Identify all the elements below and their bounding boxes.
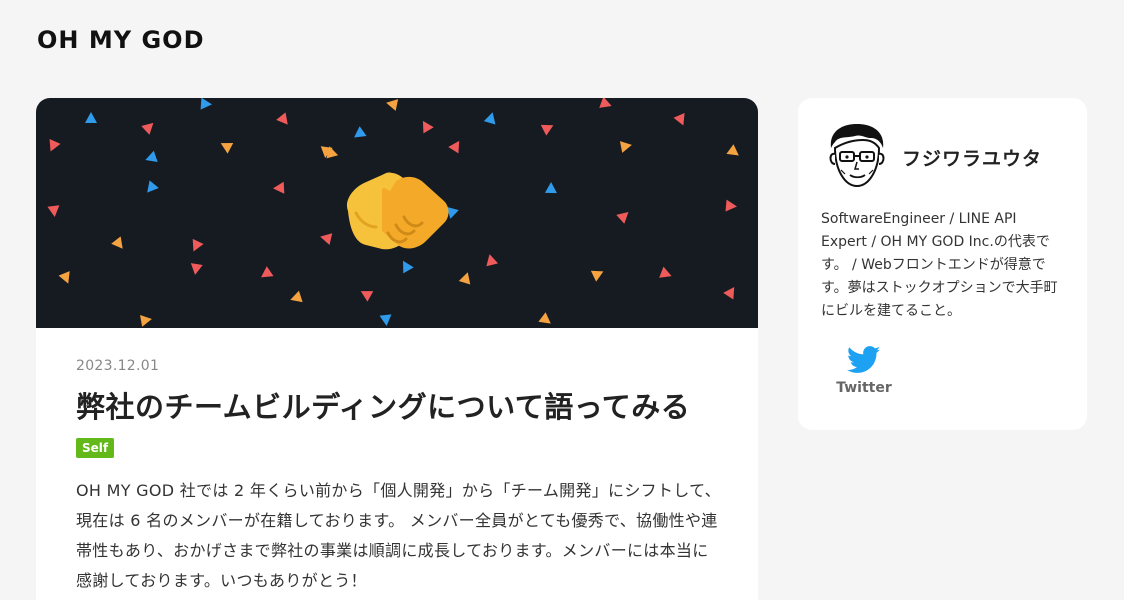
profile-card: フジワラユウタ SoftwareEngineer / LINE API Expe… bbox=[798, 98, 1087, 430]
article-excerpt: OH MY GOD 社では 2 年くらい前から「個人開発」から「チーム開発」にシ… bbox=[76, 481, 721, 590]
handshake-emoji-icon bbox=[346, 172, 449, 250]
twitter-link[interactable]: Twitter bbox=[834, 346, 894, 396]
profile-name: フジワラユウタ bbox=[902, 148, 1043, 170]
article-tag[interactable]: Self bbox=[76, 438, 115, 458]
logo-text: OH MY GOD bbox=[37, 26, 205, 54]
twitter-bird-icon bbox=[847, 346, 881, 373]
twitter-label: Twitter bbox=[836, 380, 892, 396]
article-card[interactable]: 2023.12.01 弊社のチームビルディングについて語ってみる Self OH… bbox=[36, 98, 758, 600]
article-date: 2023.12.01 bbox=[76, 358, 160, 374]
article-hero-image bbox=[36, 98, 758, 328]
avatar bbox=[829, 124, 885, 188]
profile-bio: SoftwareEngineer / LINE API Expert / OH … bbox=[821, 211, 1058, 319]
article-title[interactable]: 弊社のチームビルディングについて語ってみる bbox=[76, 384, 718, 426]
site-logo[interactable]: OH MY GOD bbox=[37, 26, 204, 54]
